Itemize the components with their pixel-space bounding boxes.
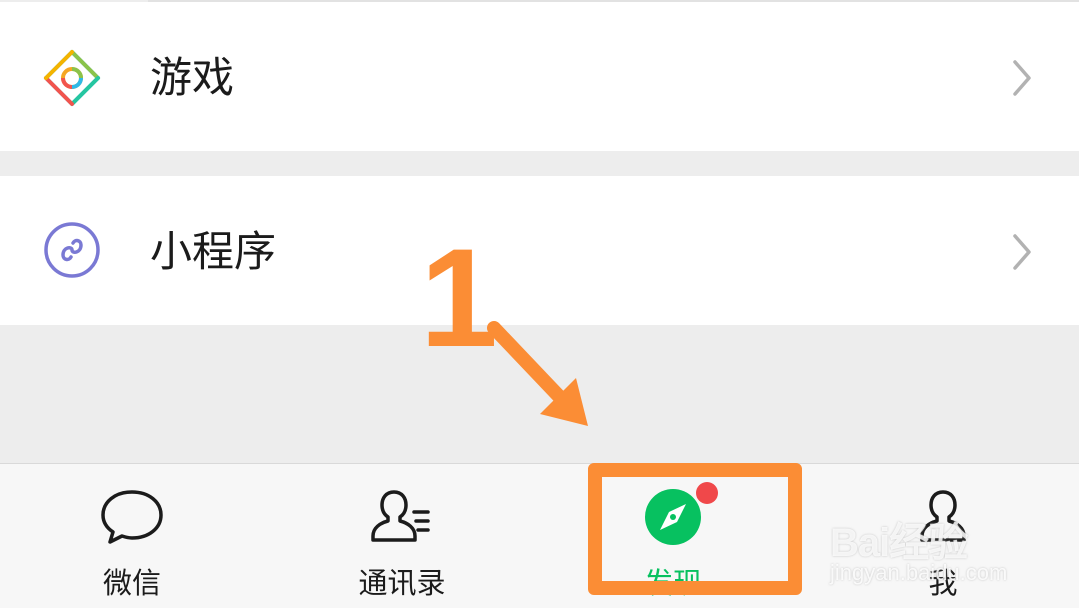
tab-contacts-label: 通讯录 [358,566,446,600]
tab-discover-label: 发现 [643,566,702,600]
games-label: 游戏 [150,53,235,102]
notification-badge [696,482,718,504]
tab-discover[interactable]: 发现 [573,464,773,608]
contacts-icon [371,490,430,542]
chevron-right-icon [1013,60,1031,96]
tab-me-label: 我 [928,566,958,600]
discover-item-mini-programs[interactable]: 小程序 [0,176,1079,325]
tab-me[interactable]: 我 [843,464,1043,608]
person-icon [920,490,966,542]
arrow-annotation-icon [487,321,588,426]
discover-item-games[interactable]: 游戏 [0,2,1079,151]
tab-contacts[interactable]: 通讯录 [302,464,502,608]
mini-programs-label: 小程序 [150,227,277,276]
bottom-tab-bar: 微信 通讯录 发现 我 [0,463,1079,608]
tab-chats[interactable]: 微信 [32,464,232,608]
mini-programs-icon [44,222,100,278]
tab-chats-label: 微信 [102,566,161,600]
chevron-right-icon [1013,234,1031,270]
games-icon [44,50,100,106]
step-number-annotation: 1 [420,219,498,376]
chat-bubble-icon [101,490,163,544]
